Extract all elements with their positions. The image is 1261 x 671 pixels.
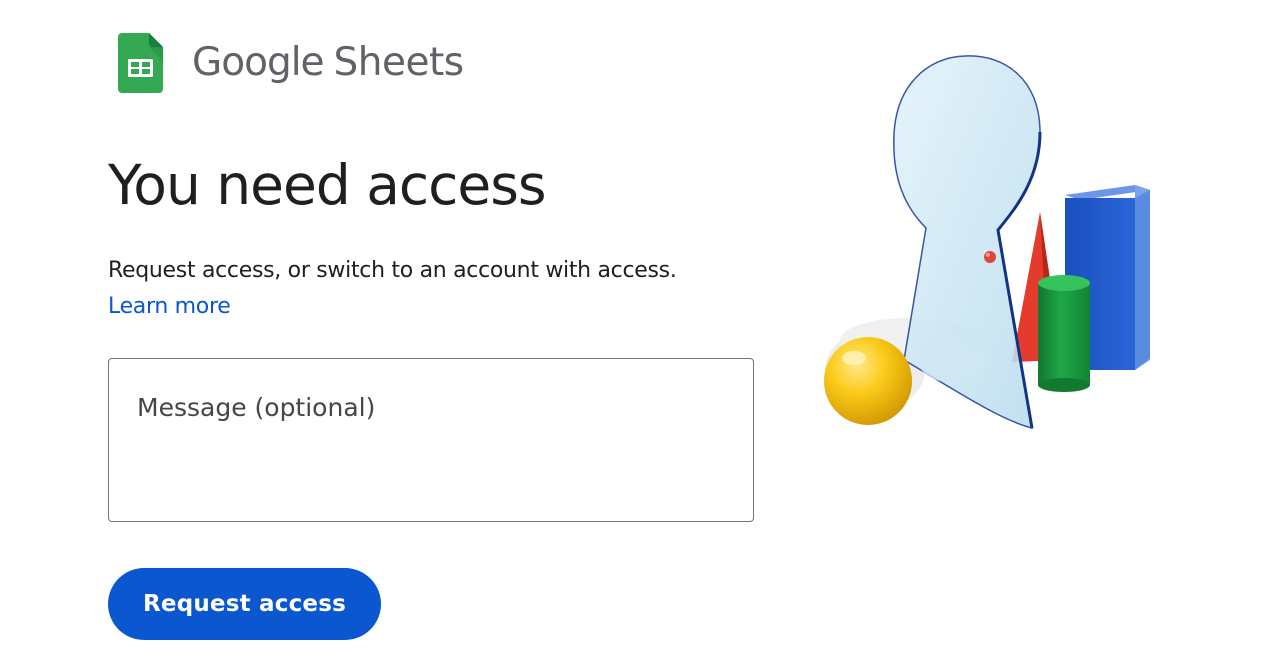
brand-word-sheets: Sheets [333, 40, 465, 85]
sheets-logo-icon [118, 33, 163, 93]
message-field[interactable] [108, 358, 754, 522]
access-description: Request access, or switch to an account … [108, 253, 788, 325]
brand-word-google: Google [192, 40, 325, 85]
page-title: You need access [108, 153, 547, 217]
keyhole-shapes-illustration [824, 55, 1150, 430]
request-access-button[interactable]: Request access [108, 568, 381, 640]
learn-more-link[interactable]: Learn more [108, 294, 231, 319]
product-brand: Google Sheets [192, 40, 464, 96]
description-text: Request access, or switch to an account … [108, 258, 677, 283]
